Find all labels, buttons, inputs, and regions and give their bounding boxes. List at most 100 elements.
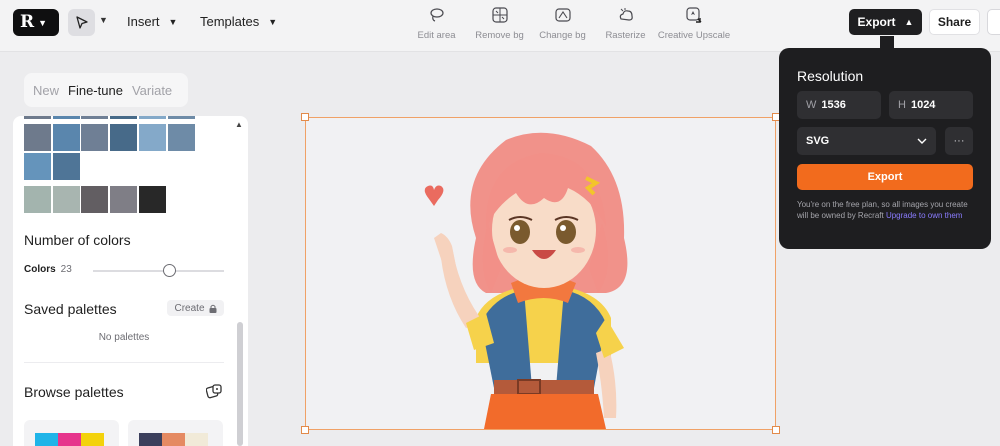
colors-slider-handle[interactable]	[162, 264, 176, 277]
top-toolbar: R ▼ ▼ Insert ▼ Templates ▼ Edit area Rem…	[0, 0, 1000, 52]
palette-color-chip	[139, 433, 162, 446]
palette-mode-tabs: New Fine-tune Variate	[24, 73, 188, 107]
lock-icon	[209, 304, 216, 313]
recraft-logo-icon: R	[20, 12, 35, 32]
creative-upscale-button[interactable]: Creative Upscale	[657, 6, 731, 41]
rasterize-icon	[619, 8, 633, 21]
chevron-down-icon: ▼	[168, 16, 178, 27]
remove-bg-button[interactable]: Remove bg	[468, 6, 531, 41]
select-tool-button[interactable]	[68, 9, 95, 36]
colors-slider-track[interactable]	[93, 270, 224, 272]
color-swatch[interactable]	[139, 186, 166, 213]
anime-girl-illustration[interactable]	[306, 118, 775, 429]
chevron-up-icon: ▲	[904, 17, 914, 27]
palette-color-chip	[35, 433, 58, 446]
export-button-label: Export	[867, 171, 903, 183]
resize-handle-bottom-left[interactable]	[301, 426, 309, 434]
change-bg-label: Change bg	[539, 30, 586, 41]
templates-menu[interactable]: Templates ▼	[200, 14, 277, 29]
more-options-icon: ···	[953, 135, 965, 147]
color-swatch[interactable]	[53, 124, 80, 151]
color-swatch[interactable]	[24, 186, 51, 213]
color-swatch-top-4[interactable]	[139, 116, 166, 119]
color-swatch[interactable]	[24, 124, 51, 151]
color-swatch[interactable]	[110, 124, 137, 151]
palette-card[interactable]	[128, 420, 223, 446]
app-logo-menu[interactable]: R ▼	[13, 9, 59, 36]
change-bg-icon	[554, 8, 571, 22]
tab-fine-tune[interactable]: Fine-tune	[68, 83, 123, 98]
colors-value: 23	[60, 264, 72, 275]
overflow-button[interactable]	[987, 9, 1000, 35]
resize-handle-top-left[interactable]	[301, 113, 309, 121]
more-options-button[interactable]: ···	[945, 127, 973, 155]
share-button[interactable]: Share	[929, 9, 980, 35]
tool-chevron-down-icon[interactable]: ▼	[99, 15, 108, 25]
divider	[24, 362, 224, 363]
share-label: Share	[937, 15, 972, 29]
canvas-selection-frame[interactable]	[301, 113, 780, 434]
palette-preview-strip	[35, 433, 104, 446]
shuffle-dice-icon[interactable]	[206, 383, 223, 400]
width-field[interactable]: W 1536	[797, 91, 881, 119]
color-swatch[interactable]	[24, 153, 51, 180]
palette-color-chip	[81, 433, 104, 446]
palette-color-chip	[185, 433, 208, 446]
tab-new[interactable]: New	[33, 83, 59, 98]
format-select[interactable]: SVG	[797, 127, 936, 155]
tab-variate[interactable]: Variate	[132, 83, 172, 98]
resize-handle-bottom-right[interactable]	[772, 426, 780, 434]
color-swatch[interactable]	[81, 124, 108, 151]
saved-palettes-title: Saved palettes	[24, 301, 117, 317]
color-swatch-top-5[interactable]	[168, 116, 195, 119]
change-bg-button[interactable]: Change bg	[531, 6, 594, 41]
palette-color-chip	[162, 433, 185, 446]
color-swatch[interactable]	[81, 186, 108, 213]
free-plan-note: You're on the free plan, so all images y…	[797, 199, 975, 221]
export-popup: Resolution W 1536 H 1024 SVG ··· Export …	[779, 48, 991, 249]
remove-bg-label: Remove bg	[475, 30, 524, 41]
image-actions: Edit area Remove bg Change bg Rasterize …	[405, 6, 731, 41]
upgrade-link[interactable]: Upgrade to own them	[886, 211, 963, 220]
chevron-down-icon: ▼	[268, 16, 278, 27]
height-field[interactable]: H 1024	[889, 91, 973, 119]
color-swatch-top-2[interactable]	[81, 116, 108, 119]
lasso-icon	[429, 8, 444, 22]
panel-scrollbar[interactable]	[237, 322, 243, 446]
width-value: 1536	[821, 99, 846, 111]
insert-menu-label: Insert	[127, 14, 160, 29]
edit-area-label: Edit area	[417, 30, 456, 41]
palette-card[interactable]	[24, 420, 119, 446]
insert-menu[interactable]: Insert ▼	[127, 14, 177, 29]
color-swatch-top-3[interactable]	[110, 116, 137, 119]
format-value: SVG	[806, 135, 830, 147]
color-swatch[interactable]	[53, 153, 80, 180]
color-swatch-top-1[interactable]	[53, 116, 80, 119]
color-swatch[interactable]	[139, 124, 166, 151]
chevron-down-icon: ▼	[38, 17, 48, 28]
rasterize-button[interactable]: Rasterize	[594, 6, 657, 41]
export-toggle-label: Export	[857, 15, 896, 29]
palette-panel: ▲ Number of colors Colors 23 Saved palet…	[13, 116, 248, 446]
number-of-colors-title: Number of colors	[24, 232, 131, 248]
edit-area-button[interactable]: Edit area	[405, 6, 468, 41]
color-swatch-top-0[interactable]	[24, 116, 51, 119]
create-palette-button[interactable]: Create	[167, 300, 224, 316]
export-toggle-button[interactable]: Export ▲	[849, 9, 922, 35]
color-swatch[interactable]	[110, 186, 137, 213]
remove-bg-icon	[491, 7, 508, 23]
scroll-up-arrow-icon[interactable]: ▲	[235, 120, 243, 129]
rasterize-label: Rasterize	[605, 30, 646, 41]
resolution-title: Resolution	[797, 68, 864, 84]
export-button[interactable]: Export	[797, 164, 973, 190]
width-label: W	[806, 99, 817, 111]
color-swatch[interactable]	[53, 186, 80, 213]
color-swatch[interactable]	[168, 124, 195, 151]
browse-palettes-title: Browse palettes	[24, 384, 124, 400]
palette-preview-strip	[139, 433, 208, 446]
height-label: H	[898, 99, 906, 111]
upscale-icon	[686, 7, 702, 23]
height-value: 1024	[910, 99, 936, 111]
templates-menu-label: Templates	[200, 14, 260, 29]
colors-count: Colors 23	[24, 264, 72, 275]
